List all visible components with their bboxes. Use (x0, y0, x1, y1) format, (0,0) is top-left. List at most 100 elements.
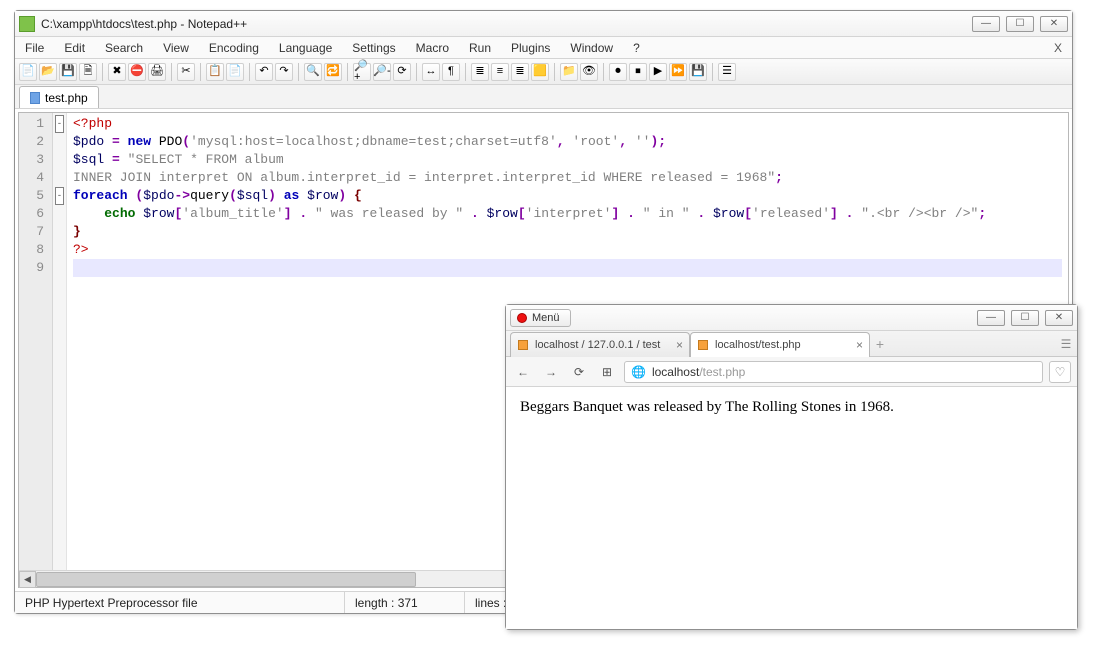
menu-view[interactable]: View (153, 37, 199, 58)
scroll-thumb[interactable] (36, 572, 416, 587)
code-line[interactable]: $pdo = new PDO('mysql:host=localhost;dbn… (73, 133, 1062, 151)
new-tab-button[interactable]: + (870, 331, 890, 356)
file-icon (30, 92, 40, 104)
minimize-button[interactable]: — (972, 16, 1000, 32)
fold-marker[interactable]: - (53, 115, 66, 133)
indent-guide-button[interactable]: ≣ (471, 63, 489, 81)
save-macro-icon: 💾 (691, 66, 705, 77)
browser-titlebar[interactable]: Menü — ☐ ✕ (506, 305, 1077, 331)
save-macro-button[interactable]: 💾 (689, 63, 707, 81)
print-button[interactable]: 🖨 (148, 63, 166, 81)
toolbar-separator (416, 63, 417, 81)
code-line[interactable]: foreach ($pdo->query($sql) as $row) { (73, 187, 1062, 205)
line-number: 6 (25, 205, 44, 223)
toggle-icon: ☰ (722, 66, 732, 77)
folder-button[interactable]: 📁 (560, 63, 578, 81)
menu-plugins[interactable]: Plugins (501, 37, 560, 58)
play-button[interactable]: ▶ (649, 63, 667, 81)
url-field[interactable]: 🌐 localhost/test.php (624, 361, 1043, 383)
zoom-out-button[interactable]: 🔎- (373, 63, 391, 81)
zoom-in-icon: 🔎+ (354, 61, 370, 83)
play-icon: ▶ (654, 66, 662, 77)
close-tab-button[interactable]: × (676, 338, 683, 352)
cut-button[interactable]: ✂ (177, 63, 195, 81)
close-button[interactable]: ✖ (108, 63, 126, 81)
redo-button[interactable]: ↷ (275, 63, 293, 81)
browser-tab-label: localhost/test.php (715, 339, 850, 351)
bookmark-button[interactable]: ♡ (1049, 361, 1071, 383)
speed-dial-button[interactable]: ⊞ (596, 361, 618, 383)
hide-button[interactable]: 👁 (580, 63, 598, 81)
menu-file[interactable]: File (15, 37, 54, 58)
toggle-button[interactable]: ☰ (718, 63, 736, 81)
opera-menu-button[interactable]: Menü (510, 309, 571, 327)
back-button[interactable]: ← (512, 361, 534, 383)
undo-icon: ↶ (259, 66, 268, 77)
word-wrap-button[interactable]: ↔ (422, 63, 440, 81)
document-tab-test-php[interactable]: test.php (19, 86, 99, 108)
fold-all-icon: ≡ (497, 66, 503, 77)
browser-close-button[interactable]: ✕ (1045, 310, 1073, 326)
favicon (517, 339, 529, 351)
menubar-overflow[interactable]: X (1044, 37, 1072, 58)
fold-column[interactable]: -- (53, 113, 67, 570)
browser-tab-label: localhost / 127.0.0.1 / test (535, 339, 670, 351)
code-line[interactable]: INNER JOIN interpret ON album.interpret_… (73, 169, 1062, 187)
app-icon (19, 16, 35, 32)
sync-button[interactable]: ⟳ (393, 63, 411, 81)
browser-maximize-button[interactable]: ☐ (1011, 310, 1039, 326)
bookmark-icon: 🟨 (533, 66, 547, 77)
save-button[interactable]: 💾 (59, 63, 77, 81)
stop-icon: ⏹ (635, 66, 641, 77)
paste-button[interactable]: 📄 (226, 63, 244, 81)
code-line[interactable]: <?php (73, 115, 1062, 133)
open-file-button[interactable]: 📂 (39, 63, 57, 81)
titlebar[interactable]: C:\xampp\htdocs\test.php - Notepad++ — ☐… (15, 11, 1072, 37)
close-all-button[interactable]: ⛔ (128, 63, 146, 81)
record-icon: ⏺ (615, 66, 621, 77)
browser-tab-1[interactable]: localhost/test.php × (690, 332, 870, 357)
undo-button[interactable]: ↶ (255, 63, 273, 81)
code-line[interactable]: $sql = "SELECT * FROM album (73, 151, 1062, 169)
maximize-button[interactable]: ☐ (1006, 16, 1034, 32)
close-button[interactable]: ✕ (1040, 16, 1068, 32)
code-line[interactable]: ?> (73, 241, 1062, 259)
menu-window[interactable]: Window (560, 37, 623, 58)
menu-macro[interactable]: Macro (406, 37, 459, 58)
bookmark-button[interactable]: 🟨 (531, 63, 549, 81)
menu-search[interactable]: Search (95, 37, 153, 58)
browser-minimize-button[interactable]: — (977, 310, 1005, 326)
save-all-button[interactable]: 🗎 (79, 63, 97, 81)
opera-browser-window: Menü — ☐ ✕ localhost / 127.0.0.1 / test ×… (505, 304, 1078, 630)
code-line[interactable]: } (73, 223, 1062, 241)
menu-help[interactable]: ? (623, 37, 650, 58)
browser-tab-0[interactable]: localhost / 127.0.0.1 / test × (510, 332, 690, 357)
scroll-left-button[interactable]: ◀ (19, 571, 36, 588)
zoom-out-icon: 🔎- (373, 66, 390, 77)
stop-button[interactable]: ⏹ (629, 63, 647, 81)
code-line[interactable]: echo $row['album_title'] . " was release… (73, 205, 1062, 223)
menu-run[interactable]: Run (459, 37, 501, 58)
code-line[interactable] (73, 259, 1062, 277)
paste-icon: 📄 (228, 66, 242, 77)
menu-settings[interactable]: Settings (342, 37, 405, 58)
menu-encoding[interactable]: Encoding (199, 37, 269, 58)
copy-button[interactable]: 📋 (206, 63, 224, 81)
fast-forward-button[interactable]: ⏩ (669, 63, 687, 81)
forward-button[interactable]: → (540, 361, 562, 383)
new-file-button[interactable]: 📄 (19, 63, 37, 81)
zoom-in-button[interactable]: 🔎+ (353, 63, 371, 81)
fold-all-button[interactable]: ≡ (491, 63, 509, 81)
record-button[interactable]: ⏺ (609, 63, 627, 81)
replace-button[interactable]: 🔁 (324, 63, 342, 81)
window-title: C:\xampp\htdocs\test.php - Notepad++ (41, 17, 972, 31)
unfold-all-button[interactable]: ≣ (511, 63, 529, 81)
fold-marker[interactable]: - (53, 187, 66, 205)
close-tab-button[interactable]: × (856, 338, 863, 352)
reload-button[interactable]: ⟳ (568, 361, 590, 383)
tab-overflow-button[interactable]: ☰ (1055, 331, 1077, 356)
menu-language[interactable]: Language (269, 37, 342, 58)
menu-edit[interactable]: Edit (54, 37, 95, 58)
find-button[interactable]: 🔍 (304, 63, 322, 81)
show-all-button[interactable]: ¶ (442, 63, 460, 81)
